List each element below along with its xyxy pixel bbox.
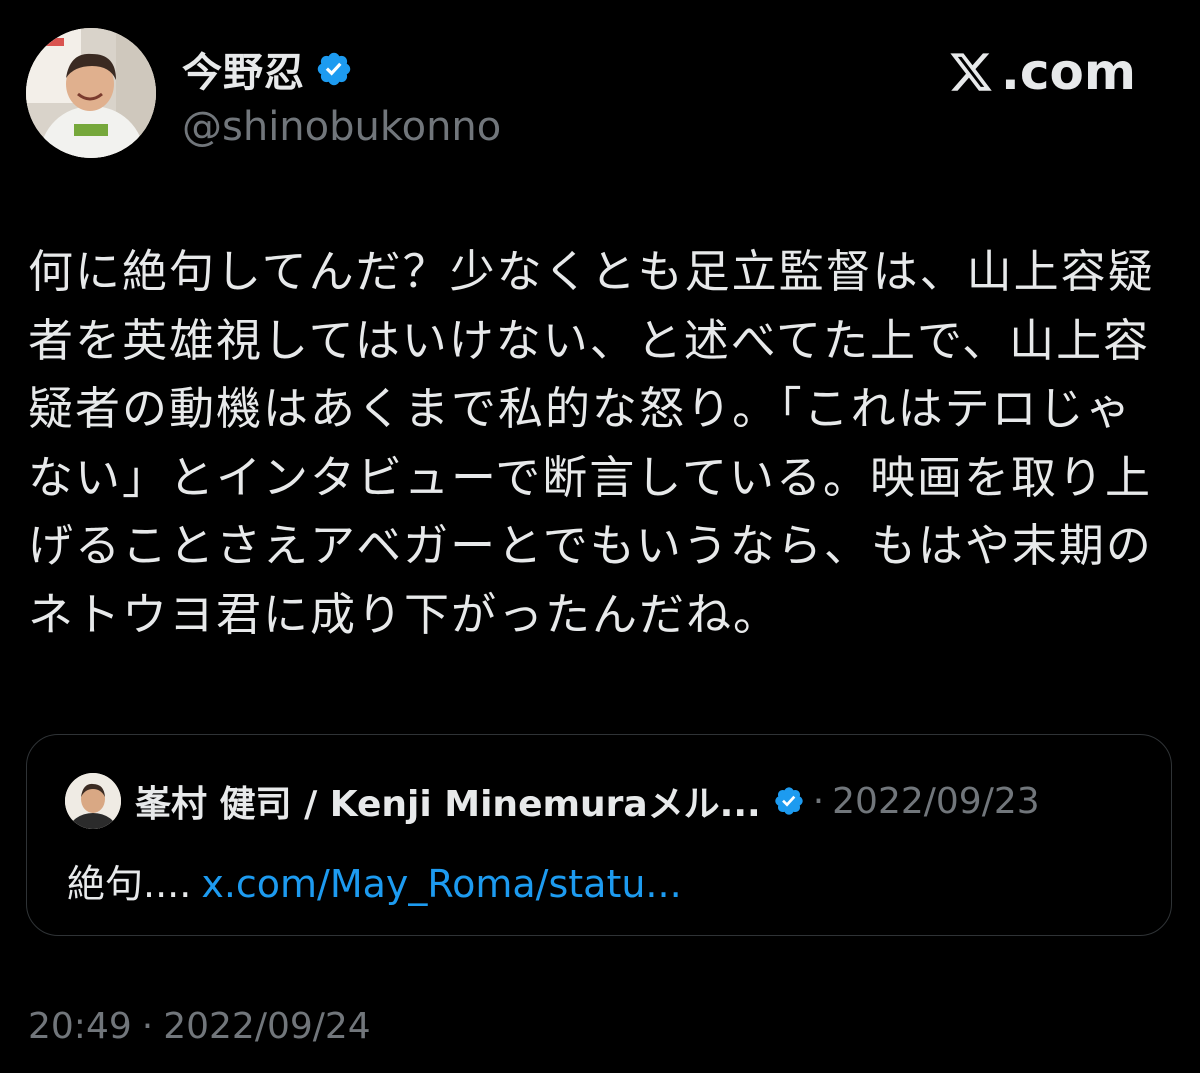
quoted-author-avatar	[65, 773, 121, 829]
x-logo-icon	[947, 49, 995, 95]
x-com-brand: .com	[947, 42, 1136, 102]
brand-label: .com	[1000, 43, 1136, 101]
quoted-tweet-card[interactable]: 峯村 健司 / Kenji Minemuraメル... · 2022/09/23…	[26, 734, 1172, 936]
quoted-verified-badge-icon	[773, 785, 805, 817]
tweet-time: 20:49	[28, 1006, 132, 1047]
timestamp-separator: ·	[141, 1006, 154, 1047]
quoted-tweet-text: 絶句....	[67, 862, 192, 906]
author-display-name[interactable]: 今野忍	[182, 40, 305, 98]
verified-badge-icon	[315, 50, 353, 88]
tweet-text: 何に絶句してんだ？少なくとも足立監督は、山上容疑者を英雄視してはいけない、と述べ…	[28, 245, 1155, 641]
author-handle[interactable]: @shinobukonno	[182, 104, 501, 150]
author-avatar[interactable]	[26, 28, 156, 158]
quoted-author-name: 峯村 健司 / Kenji Minemuraメル...	[135, 784, 761, 825]
quoted-tweet-link[interactable]: x.com/May_Roma/statu...	[201, 862, 681, 906]
quoted-date: 2022/09/23	[832, 780, 1040, 822]
tweet-header: 今野忍 @shinobukonno .com	[26, 28, 1176, 158]
tweet-timestamp: 20:49 · 2022/09/24	[28, 1006, 371, 1047]
tweet-date: 2022/09/24	[163, 1006, 371, 1047]
quoted-separator: ·	[812, 780, 825, 822]
